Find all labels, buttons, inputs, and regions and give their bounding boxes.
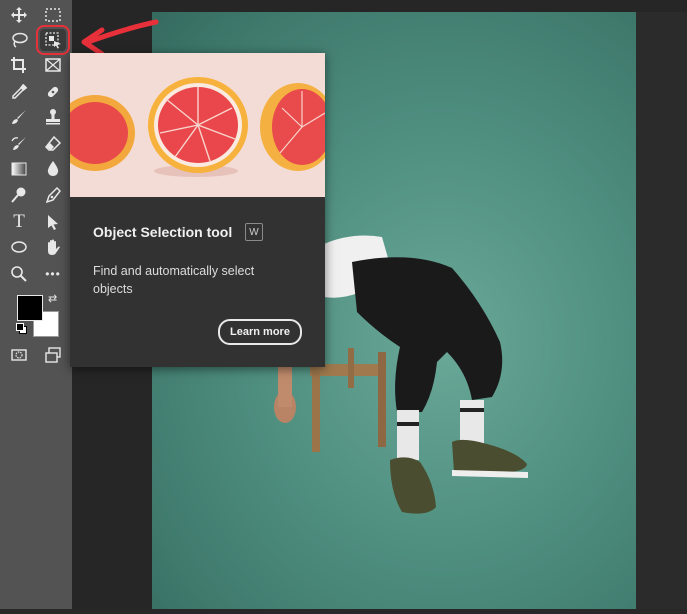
learn-more-button[interactable]: Learn more bbox=[218, 319, 302, 345]
eraser-icon bbox=[44, 135, 62, 151]
bandage-icon bbox=[47, 86, 59, 98]
dodge-icon bbox=[11, 187, 26, 203]
type-tool[interactable]: T bbox=[6, 211, 32, 233]
path-selection-tool[interactable] bbox=[40, 211, 66, 233]
history-brush-icon bbox=[11, 137, 26, 150]
move-icon bbox=[11, 7, 27, 23]
pen-icon bbox=[45, 186, 61, 204]
rect-marquee-icon bbox=[45, 8, 61, 22]
default-colors-icon[interactable] bbox=[16, 323, 27, 334]
swap-colors-icon[interactable]: ⇄ bbox=[48, 292, 57, 305]
more-tools[interactable]: ••• bbox=[40, 263, 66, 285]
crop-icon bbox=[11, 57, 26, 73]
gradient-icon bbox=[11, 162, 27, 176]
tool-tooltip: Object Selection tool W Find and automat… bbox=[70, 53, 325, 367]
ellipsis-icon: ••• bbox=[45, 267, 61, 281]
zoom-icon bbox=[11, 266, 27, 282]
tooltip-title: Object Selection tool bbox=[93, 224, 233, 240]
object-selection-tool[interactable] bbox=[36, 25, 70, 55]
tooltip-shortcut-badge: W bbox=[245, 223, 263, 241]
screen-mode-tool[interactable] bbox=[40, 344, 66, 366]
frame-tool[interactable] bbox=[40, 54, 66, 76]
brush-icon bbox=[12, 110, 26, 124]
lasso-tool[interactable] bbox=[6, 29, 32, 51]
object-selection-icon bbox=[45, 32, 61, 49]
stamp-tool[interactable] bbox=[40, 106, 66, 128]
type-icon: T bbox=[13, 211, 25, 232]
ellipse-icon bbox=[11, 241, 27, 253]
eyedropper-icon bbox=[12, 83, 28, 99]
ellipse-tool[interactable] bbox=[6, 236, 32, 258]
dodge-tool[interactable] bbox=[6, 184, 32, 206]
arrow-pointer-icon bbox=[48, 215, 58, 230]
quick-mask-tool[interactable] bbox=[6, 344, 32, 366]
pen-tool[interactable] bbox=[40, 184, 66, 206]
eraser-tool[interactable] bbox=[40, 133, 66, 155]
marquee-tool[interactable] bbox=[40, 4, 66, 26]
healing-tool[interactable] bbox=[40, 81, 66, 103]
hand-icon bbox=[48, 239, 60, 255]
quick-mask-icon bbox=[11, 349, 27, 361]
drop-icon bbox=[47, 161, 59, 176]
tools-panel: T ••• ⇄ bbox=[0, 0, 72, 609]
tooltip-description: Find and automatically select objects bbox=[93, 264, 255, 296]
eyedropper-tool[interactable] bbox=[6, 81, 32, 103]
crop-tool[interactable] bbox=[6, 54, 32, 76]
brush-tool[interactable] bbox=[6, 106, 32, 128]
tooltip-preview-image bbox=[70, 53, 325, 197]
history-brush-tool[interactable] bbox=[6, 133, 32, 155]
grapefruit-image bbox=[70, 53, 325, 197]
frame-icon bbox=[45, 58, 61, 72]
move-tool[interactable] bbox=[6, 4, 32, 26]
gradient-tool[interactable] bbox=[6, 158, 32, 180]
screen-mode-icon bbox=[45, 347, 61, 363]
zoom-tool[interactable] bbox=[6, 263, 32, 285]
lasso-icon bbox=[12, 32, 28, 48]
stamp-icon bbox=[46, 109, 60, 125]
hand-tool[interactable] bbox=[40, 236, 66, 258]
foreground-color-swatch[interactable] bbox=[17, 295, 43, 321]
blur-tool[interactable] bbox=[40, 158, 66, 180]
canvas-right-edge bbox=[636, 12, 687, 609]
